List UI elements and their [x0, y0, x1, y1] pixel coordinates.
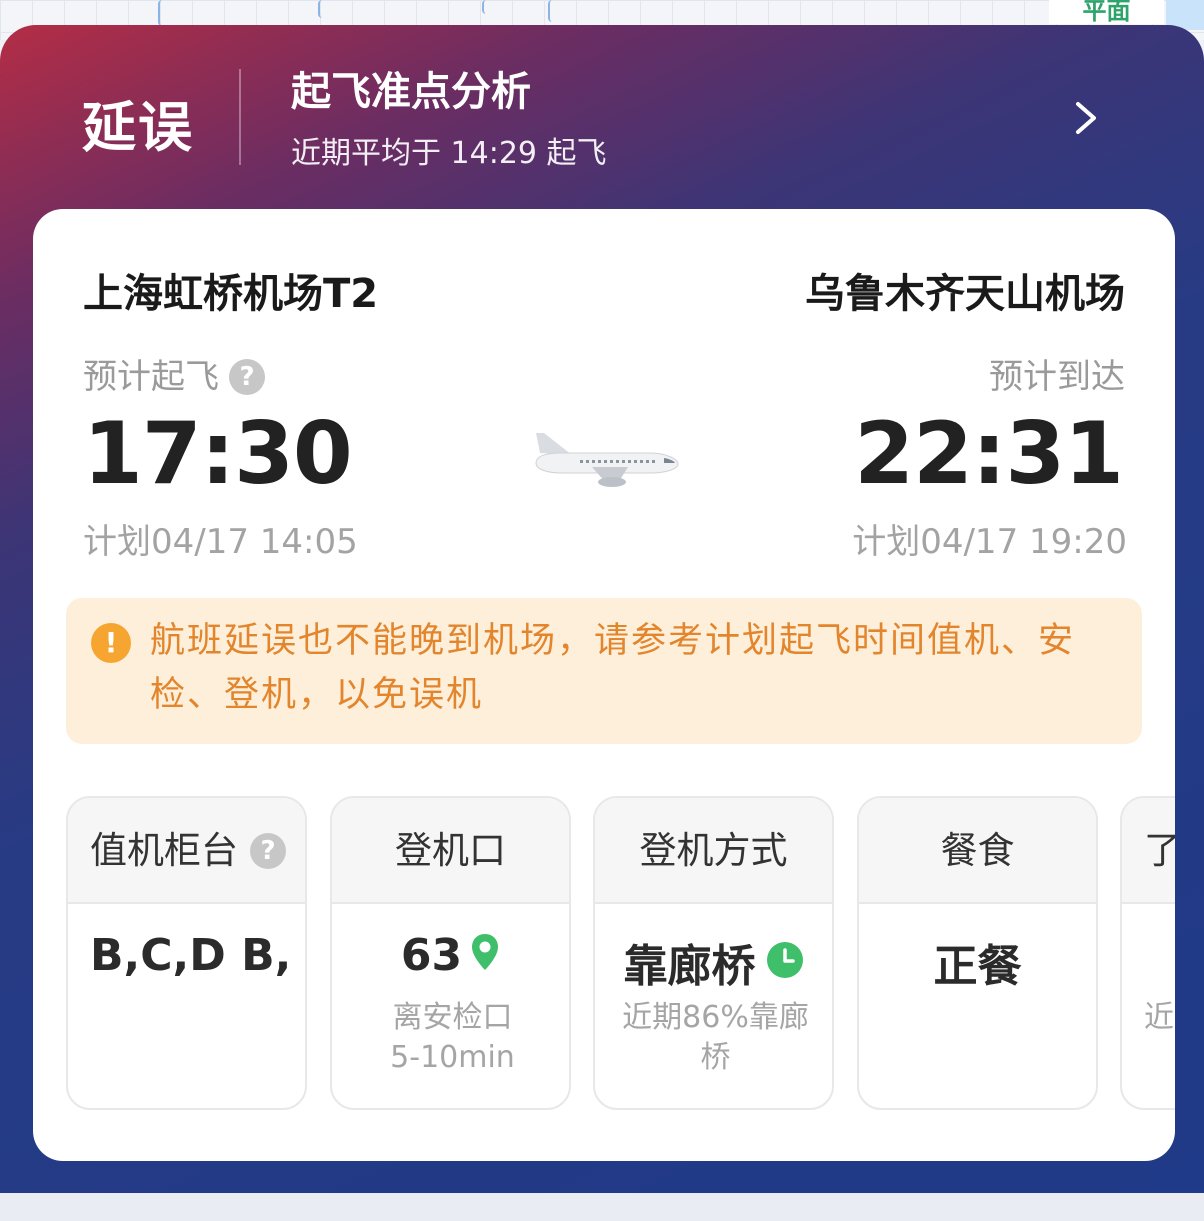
location-pin-icon[interactable] — [470, 932, 500, 972]
map-river-line — [548, 0, 556, 22]
boarding-method-stat: 近期86%靠廊 桥 — [609, 998, 822, 1078]
tile-checkin-counter[interactable]: 值机柜台? B,C,D B, — [66, 796, 307, 1110]
gate-distance: 离安检口 5-10min — [346, 998, 559, 1078]
flight-info-card: 上海虹桥机场T2 乌鲁木齐天山机场 预计起飞? 预计到达 17:30 22:31 — [33, 209, 1175, 1161]
map-river-line — [158, 0, 166, 26]
departure-airport: 上海虹桥机场T2 — [83, 271, 379, 317]
flight-details-tiles: 值机柜台? B,C,D B, 登机口 63 离安检口 5-10min 登机方式 … — [66, 796, 1175, 1116]
meal-value: 正餐 — [933, 941, 1022, 992]
boarding-method-text: 靠廊桥 — [623, 941, 756, 992]
tile-header: 值机柜台? — [68, 798, 305, 904]
ontime-analysis-entry[interactable]: 延误 起飞准点分析 近期平均于 14:29 起飞 — [0, 25, 1204, 210]
departure-label-text: 预计起飞 — [83, 357, 219, 397]
departure-planned-time: 计划04/17 14:05 — [83, 522, 358, 562]
gate-distance-line1: 离安检口 — [392, 1000, 513, 1035]
map-river-line — [318, 0, 326, 18]
tile-partial[interactable]: 了 近 — [1120, 796, 1175, 1110]
arrival-planned-time: 计划04/17 19:20 — [852, 522, 1127, 562]
arrival-time: 22:31 — [854, 404, 1124, 504]
tile-title: 登机方式 — [595, 798, 832, 904]
ontime-analysis-title: 起飞准点分析 — [291, 69, 531, 115]
tile-title: 值机柜台 — [90, 829, 238, 872]
gate-number: 63 — [400, 930, 463, 981]
clock-icon — [766, 942, 803, 978]
tile-boarding-method[interactable]: 登机方式 靠廊桥 近期86%靠廊 桥 — [593, 796, 834, 1110]
map-mode-toggle[interactable]: 平面 — [1049, 0, 1164, 24]
status-divider — [239, 69, 241, 165]
boarding-method-value: 靠廊桥 — [595, 930, 832, 994]
arrival-time-label: 预计到达 — [989, 357, 1125, 397]
gate-value: 63 — [332, 930, 569, 981]
delay-notice: ! 航班延误也不能晚到机场，请参考计划起飞时间值机、安检、登机，以免误机 — [66, 598, 1142, 744]
tile-title: 餐食 — [859, 798, 1096, 904]
delay-notice-text: 航班延误也不能晚到机场，请参考计划起飞时间值机、安检、登机，以免误机 — [150, 621, 1076, 715]
flight-status-label: 延误 — [82, 96, 194, 159]
arrival-airport: 乌鲁木齐天山机场 — [805, 271, 1125, 317]
tile-meal[interactable]: 餐食 正餐 — [857, 796, 1098, 1110]
checkin-counter-value: B,C,D B, — [90, 930, 292, 981]
tile-title: 了 — [1122, 798, 1175, 904]
question-circle-icon[interactable]: ? — [229, 359, 265, 395]
tile-gate[interactable]: 登机口 63 离安检口 5-10min — [330, 796, 571, 1110]
question-circle-icon[interactable]: ? — [250, 833, 286, 869]
partial-tile-sub: 近 — [1144, 1000, 1174, 1035]
exclamation-circle-icon: ! — [91, 623, 131, 663]
gate-distance-line2: 5-10min — [390, 1040, 515, 1075]
map-river-line — [482, 0, 490, 14]
departure-time-label: 预计起飞? — [83, 349, 265, 398]
departure-time: 17:30 — [83, 404, 353, 504]
ontime-analysis-subtitle: 近期平均于 14:29 起飞 — [291, 136, 607, 171]
flight-status-panel: 延误 起飞准点分析 近期平均于 14:29 起飞 上海虹桥机场T2 乌鲁木齐天山… — [0, 25, 1204, 1193]
boarding-stat-line2: 桥 — [700, 1040, 731, 1075]
boarding-stat-line1: 近期86%靠廊 — [622, 1000, 809, 1035]
tile-title: 登机口 — [332, 798, 569, 904]
chevron-right-icon[interactable] — [1068, 98, 1104, 138]
airplane-icon — [535, 433, 679, 487]
bottom-background — [0, 1193, 1204, 1221]
